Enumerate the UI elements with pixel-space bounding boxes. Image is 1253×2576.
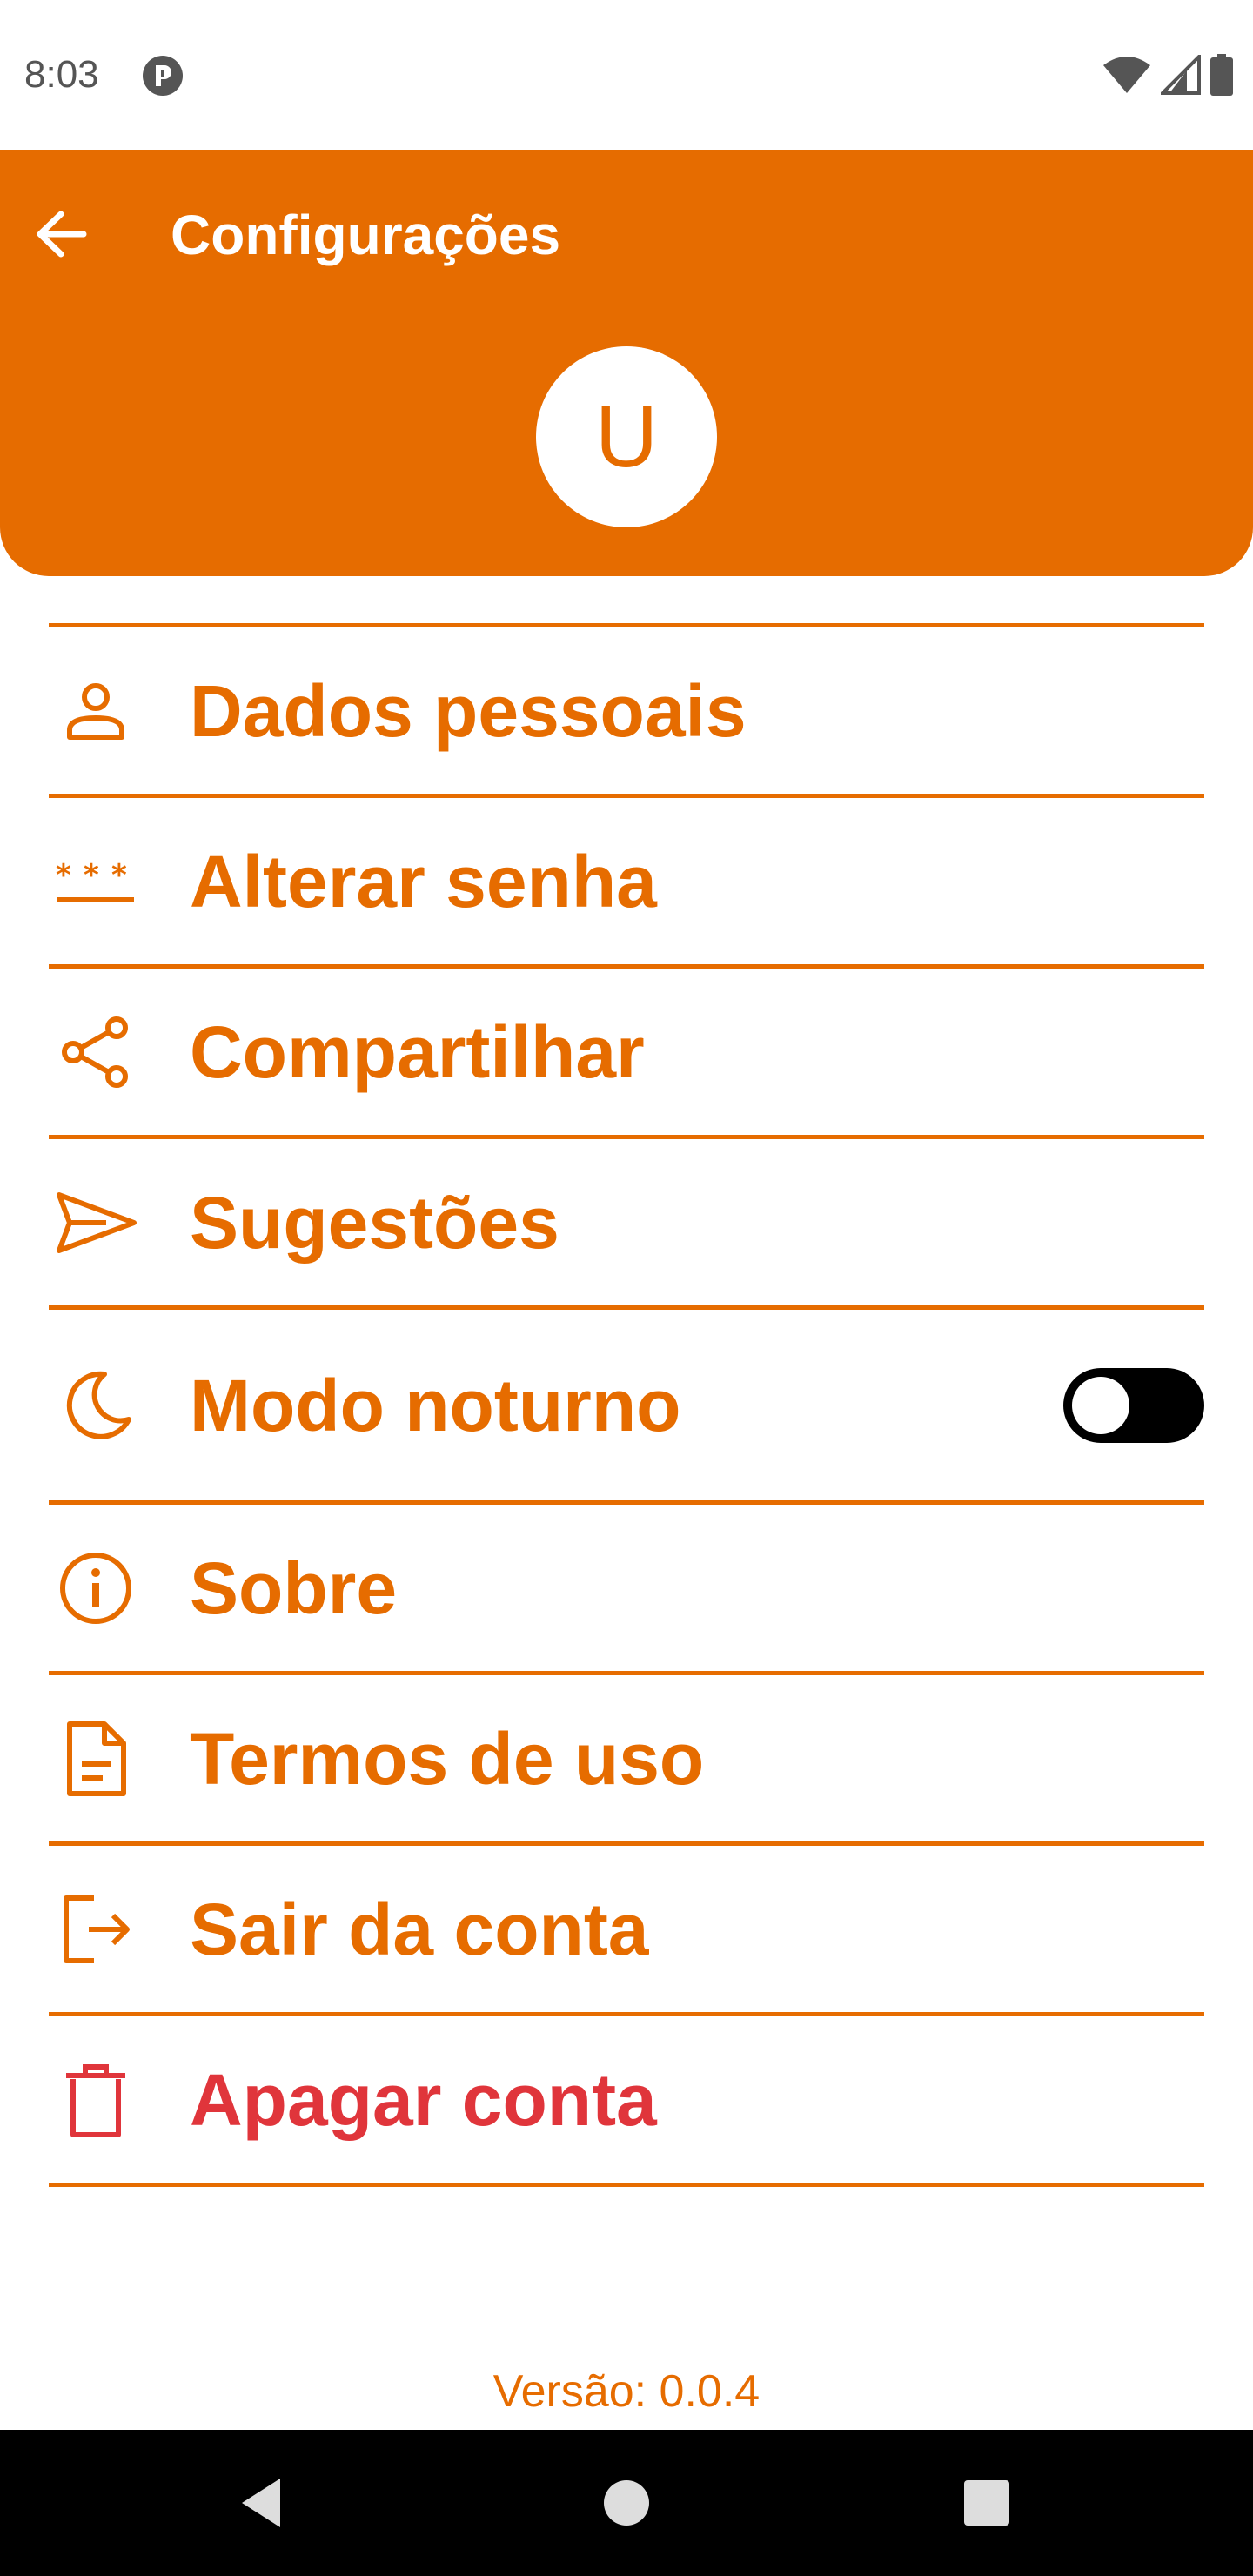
trash-icon [66, 2063, 125, 2137]
menu-item-modo-noturno[interactable]: Modo noturno [49, 1310, 1204, 1505]
moon-icon [66, 1371, 131, 1439]
system-nav-bar [0, 2430, 1253, 2576]
svg-text:*: * [56, 858, 71, 893]
arrow-back-icon[interactable] [31, 204, 92, 265]
info-icon [60, 1552, 131, 1624]
logout-icon [64, 1895, 130, 1963]
menu-item-label: Sobre [190, 1546, 398, 1629]
page-title: Configurações [171, 204, 561, 266]
avatar[interactable]: U [536, 346, 717, 527]
cell-signal-icon [1161, 55, 1201, 95]
password-icon: * * * [56, 858, 134, 902]
menu-item-compartilhar[interactable]: Compartilhar [49, 969, 1204, 1139]
status-bar: 8:03 [0, 0, 1253, 150]
menu-item-label: Alterar senha [190, 840, 657, 922]
share-icon [62, 1016, 128, 1088]
menu-item-sobre[interactable]: Sobre [49, 1505, 1204, 1675]
svg-text:*: * [84, 858, 99, 893]
status-time: 8:03 [24, 53, 99, 96]
menu-item-apagar-conta[interactable]: Apagar conta [49, 2016, 1204, 2187]
battery-icon [1210, 54, 1233, 96]
settings-menu: Dados pessoais * * * Alterar senha Compart… [49, 623, 1204, 2187]
svg-text:*: * [111, 858, 127, 893]
menu-item-label: Dados pessoais [190, 669, 747, 752]
document-icon [67, 1721, 126, 1796]
menu-item-sugestoes[interactable]: Sugestões [49, 1139, 1204, 1310]
toggle-knob [1072, 1376, 1129, 1434]
menu-item-sair-da-conta[interactable]: Sair da conta [49, 1846, 1204, 2016]
wifi-icon [1103, 57, 1150, 93]
menu-item-dados-pessoais[interactable]: Dados pessoais [49, 627, 1204, 798]
menu-item-termos-de-uso[interactable]: Termos de uso [49, 1675, 1204, 1846]
menu-item-alterar-senha[interactable]: * * * Alterar senha [49, 798, 1204, 969]
night-mode-toggle[interactable] [1063, 1367, 1204, 1443]
home-circle-icon[interactable] [592, 2468, 661, 2538]
menu-item-label: Apagar conta [190, 2058, 657, 2141]
status-icons [1102, 54, 1234, 96]
menu-item-label: Sugestões [190, 1181, 559, 1264]
menu-item-label: Compartilhar [190, 1010, 645, 1093]
menu-item-label: Sair da conta [190, 1888, 649, 1970]
menu-item-label: Termos de uso [190, 1717, 705, 1800]
menu-item-label: Modo noturno [190, 1364, 681, 1446]
recents-square-icon[interactable] [952, 2468, 1022, 2538]
app-notification-icon [143, 56, 183, 96]
profile-header: Configurações U [0, 150, 1253, 576]
app-version: Versão: 0.0.4 [492, 2366, 761, 2417]
send-icon [57, 1191, 137, 1253]
person-icon [67, 682, 124, 740]
back-triangle-icon[interactable] [228, 2468, 298, 2538]
